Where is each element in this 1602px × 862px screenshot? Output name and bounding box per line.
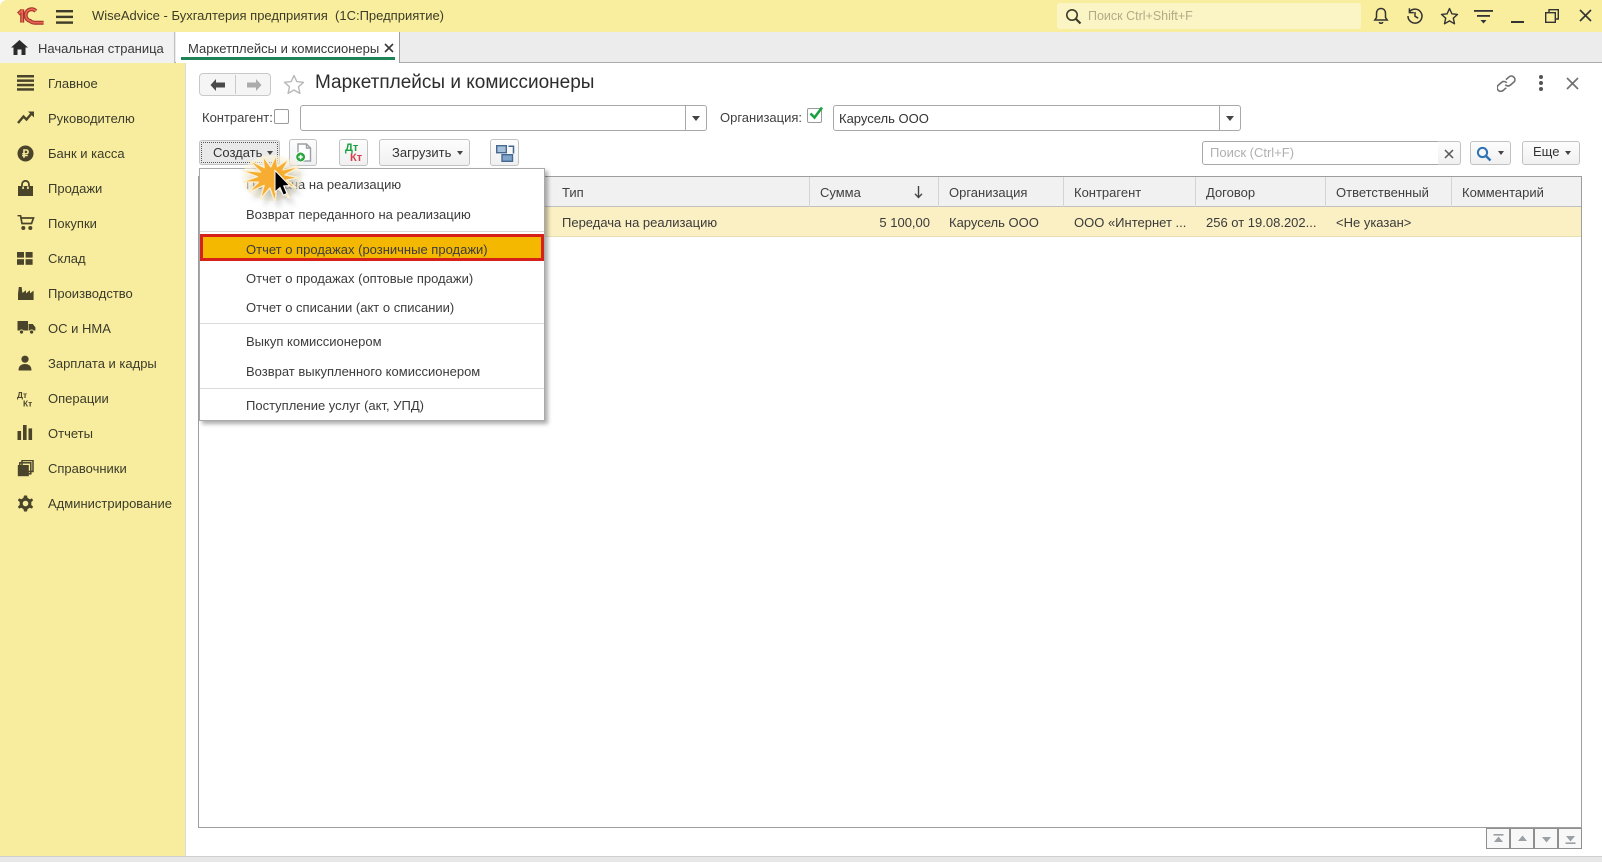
- svg-text:Кт: Кт: [23, 398, 32, 407]
- svg-text:₽: ₽: [22, 149, 29, 161]
